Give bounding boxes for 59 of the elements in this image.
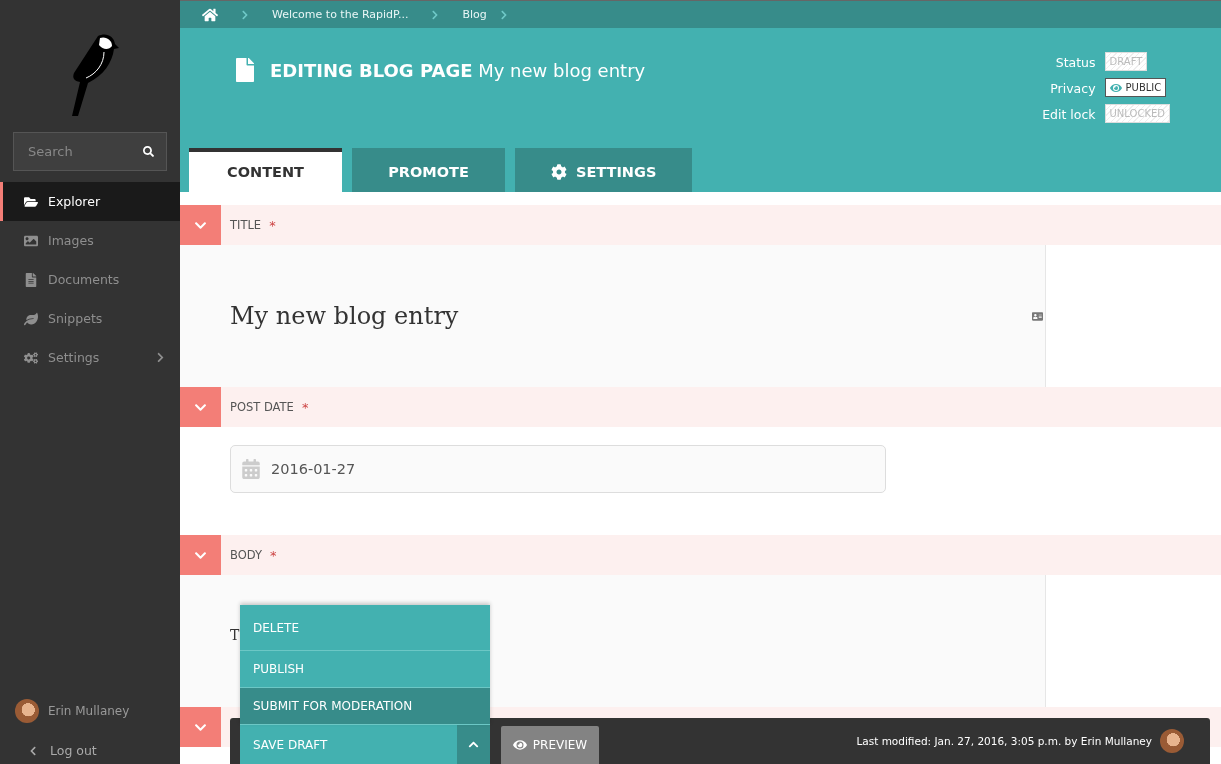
- tab[interactable]: SETTINGS: [515, 148, 693, 192]
- status-tag: PUBLIC: [1104, 78, 1167, 97]
- chevron-left-icon: [28, 745, 38, 756]
- leaf-icon: [24, 311, 38, 326]
- sidebar-item[interactable]: Documents: [0, 260, 180, 299]
- meta-label: Privacy: [1050, 80, 1096, 98]
- field-label: POST DATE: [230, 400, 294, 414]
- required-mark: *: [301, 399, 309, 415]
- date-field[interactable]: 2016-01-27: [230, 445, 886, 493]
- search-field[interactable]: Search: [13, 132, 167, 171]
- last-modified-text: Last modified: Jan. 27, 2016, 3:05 p.m. by Erin Mullaney: [856, 735, 1152, 747]
- search-input[interactable]: Search: [26, 143, 143, 160]
- document-icon: [24, 272, 38, 287]
- tab[interactable]: PROMOTE: [352, 148, 505, 192]
- chevron-right-icon: [498, 9, 509, 20]
- menu-item[interactable]: SUBMIT FOR MODERATION: [240, 688, 490, 725]
- sidebar-item[interactable]: Explorer: [0, 182, 180, 221]
- sidebar-item[interactable]: Snippets: [0, 299, 180, 338]
- collapse-button[interactable]: [180, 535, 221, 575]
- preview-button[interactable]: PREVIEW: [501, 726, 599, 764]
- image-icon: [24, 233, 38, 248]
- sidebar-item[interactable]: Images: [0, 221, 180, 260]
- save-draft-button[interactable]: SAVE DRAFT: [240, 725, 457, 764]
- collapse-button[interactable]: [180, 387, 221, 427]
- folder-icon: [24, 194, 38, 209]
- collapse-button[interactable]: [180, 707, 221, 747]
- status-tag: DRAFT: [1104, 52, 1148, 71]
- sidebar-item[interactable]: Settings: [0, 338, 180, 377]
- breadcrumb-link[interactable]: Welcome to the RapidP...: [272, 8, 409, 21]
- title-field[interactable]: My new blog entry: [180, 245, 1045, 387]
- menu-item[interactable]: PUBLISH: [240, 651, 490, 688]
- meta-label: Edit lock: [1042, 106, 1096, 124]
- page-icon: [233, 58, 257, 82]
- eye-icon: [512, 738, 527, 752]
- page-heading: EDITING BLOG PAGE My new blog entry: [270, 59, 646, 81]
- avatar-icon: [15, 699, 39, 723]
- tab[interactable]: CONTENT: [189, 148, 342, 192]
- person-card-icon: [1032, 310, 1043, 322]
- chevron-right-icon: [240, 9, 250, 20]
- gears-icon: [24, 350, 38, 365]
- home-icon[interactable]: [202, 6, 218, 23]
- breadcrumb-link[interactable]: Blog: [462, 8, 487, 21]
- field-label: TITLE: [230, 218, 262, 232]
- menu-toggle-button[interactable]: [457, 725, 490, 764]
- collapse-button[interactable]: [180, 205, 221, 245]
- avatar-icon: [1160, 729, 1184, 753]
- caret-icon: [468, 739, 479, 750]
- field-label: BODY: [230, 548, 262, 562]
- status-tag: UNLOCKED: [1104, 104, 1170, 123]
- logout-link[interactable]: Log out: [0, 729, 180, 764]
- search-icon: [143, 146, 154, 157]
- user-name: Erin Mullaney: [48, 704, 130, 718]
- required-mark: *: [270, 547, 277, 563]
- eye-icon: [1109, 81, 1122, 94]
- required-mark: *: [269, 217, 276, 233]
- menu-item[interactable]: DELETE: [240, 605, 490, 651]
- calendar-icon: [241, 459, 261, 479]
- meta-label: Status: [1055, 54, 1096, 72]
- gear-icon: [551, 164, 567, 180]
